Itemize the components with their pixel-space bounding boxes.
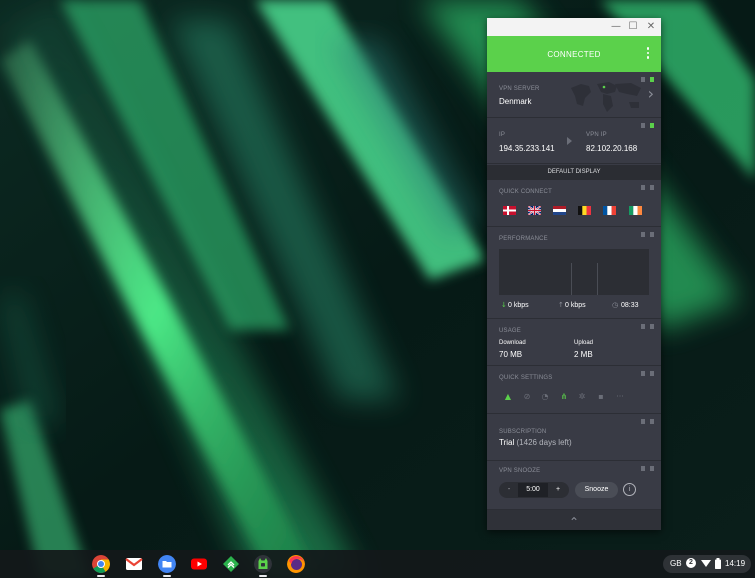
clock: 14:19	[725, 559, 746, 568]
keyboard-layout: GB	[670, 559, 682, 568]
gmail-app-icon[interactable]	[125, 555, 143, 573]
vpn-window: — ☐ ✕ CONNECTED VPN SERVER Denmark › IP …	[487, 18, 661, 530]
timer-icon[interactable]: ◔	[540, 392, 550, 402]
battery-icon	[715, 558, 721, 569]
chrome-running-indicator	[97, 575, 105, 577]
close-button[interactable]: ✕	[644, 20, 658, 34]
more-icon[interactable]: ···	[614, 392, 626, 402]
vpn-snooze-section: VPN SNOOZE - 5:00 + Snooze i	[487, 461, 661, 510]
server-chevron-icon[interactable]: ›	[648, 84, 654, 103]
quick-connect-label: QUICK CONNECT	[499, 189, 552, 195]
pin-icons	[638, 123, 656, 129]
usage-label: USAGE	[499, 328, 522, 334]
download-speed: 0 kbps	[508, 302, 529, 309]
kill-switch-icon[interactable]: ▲	[503, 392, 513, 402]
download-usage-label: Download	[499, 340, 526, 346]
performance-graph	[499, 249, 649, 295]
flag-ireland-icon[interactable]	[629, 206, 642, 215]
default-display-button[interactable]: DEFAULT DISPLAY	[487, 165, 661, 180]
upload-arrow-icon: ↑	[558, 301, 564, 309]
pia-running-indicator	[259, 575, 267, 577]
pin-icons	[638, 185, 656, 191]
collapse-chevron-icon[interactable]: ⌃	[487, 510, 661, 530]
files-running-indicator	[163, 575, 171, 577]
vpn-snooze-label: VPN SNOOZE	[499, 468, 541, 474]
youtube-app-icon[interactable]	[190, 555, 208, 573]
subscription-plan: Trial	[499, 438, 515, 447]
subscription-remaining: (1426 days left)	[516, 438, 572, 447]
pin-icons	[638, 232, 656, 238]
settings-icon[interactable]: ✲	[577, 392, 587, 402]
quick-settings-section: QUICK SETTINGS ▲ ⊘ ◔ ⋔ ✲ ▪ ···	[487, 366, 661, 414]
feedly-app-icon[interactable]	[222, 555, 240, 573]
network-icon[interactable]: ⋔	[559, 392, 569, 402]
performance-section: PERFORMANCE ↓ 0 kbps ↑ 0 kbps ◷ 08:33	[487, 227, 661, 319]
pin-icons	[638, 419, 656, 425]
vpn-server-label: VPN SERVER	[499, 86, 540, 92]
download-usage-value: 70 MB	[499, 350, 523, 359]
ip-value: 194.35.233.141	[499, 144, 555, 153]
pin-icons	[638, 466, 656, 472]
snooze-stepper: - 5:00 +	[499, 482, 569, 498]
pin-icons	[638, 371, 656, 377]
vpn-ip-label: VPN IP	[586, 132, 607, 138]
subscription-section: SUBSCRIPTION Trial (1426 days left)	[487, 414, 661, 461]
vpn-server-value: Denmark	[499, 97, 532, 106]
pia-app-icon[interactable]	[254, 555, 272, 573]
minimize-button[interactable]: —	[609, 20, 623, 34]
ip-label: IP	[499, 132, 506, 138]
menu-kebab-icon[interactable]	[646, 47, 650, 61]
maximize-button[interactable]: ☐	[626, 20, 640, 34]
shield-icon[interactable]: ▪	[596, 392, 606, 402]
flag-belgium-icon[interactable]	[578, 206, 591, 215]
world-map-icon	[571, 82, 641, 112]
upload-usage-label: Upload	[574, 340, 594, 346]
window-titlebar: — ☐ ✕	[487, 18, 661, 36]
quick-connect-section: QUICK CONNECT	[487, 180, 661, 227]
files-app-icon[interactable]	[158, 555, 176, 573]
subscription-label: SUBSCRIPTION	[499, 429, 547, 435]
flag-denmark-icon[interactable]	[503, 206, 516, 215]
connection-time: 08:33	[621, 302, 639, 309]
arrow-right-icon	[567, 137, 572, 145]
flag-netherlands-icon[interactable]	[553, 206, 566, 215]
snooze-decrease-button[interactable]: -	[505, 486, 513, 493]
pin-icons	[638, 324, 656, 330]
vpn-ip-value: 82.102.20.168	[586, 144, 638, 153]
vpn-server-section[interactable]: VPN SERVER Denmark ›	[487, 72, 661, 118]
connection-status: CONNECTED	[547, 50, 601, 59]
flag-united-kingdom-icon[interactable]	[528, 206, 541, 215]
performance-label: PERFORMANCE	[499, 236, 548, 242]
usage-section: USAGE Download 70 MB Upload 2 MB	[487, 319, 661, 366]
flag-france-icon[interactable]	[603, 206, 616, 215]
snooze-button[interactable]: Snooze	[575, 482, 618, 498]
upload-speed: 0 kbps	[565, 302, 586, 309]
firefox-app-icon[interactable]	[287, 555, 305, 573]
block-icon[interactable]: ⊘	[522, 392, 532, 402]
upload-usage-value: 2 MB	[574, 350, 593, 359]
info-icon[interactable]: i	[623, 483, 636, 496]
wifi-icon	[701, 560, 711, 567]
quick-settings-label: QUICK SETTINGS	[499, 375, 553, 381]
notification-badge: 2	[686, 558, 696, 568]
ip-section: IP 194.35.233.141 VPN IP 82.102.20.168	[487, 118, 661, 164]
snooze-duration-input[interactable]: 5:00	[518, 483, 548, 497]
system-tray[interactable]: GB 2 14:19	[663, 555, 751, 573]
connection-bar[interactable]: CONNECTED	[487, 36, 661, 72]
snooze-increase-button[interactable]: +	[553, 486, 563, 493]
download-arrow-icon: ↓	[501, 301, 507, 309]
chrome-app-icon[interactable]	[92, 555, 110, 573]
taskbar: GB 2 14:19	[0, 550, 755, 578]
clock-icon: ◷	[612, 301, 619, 309]
